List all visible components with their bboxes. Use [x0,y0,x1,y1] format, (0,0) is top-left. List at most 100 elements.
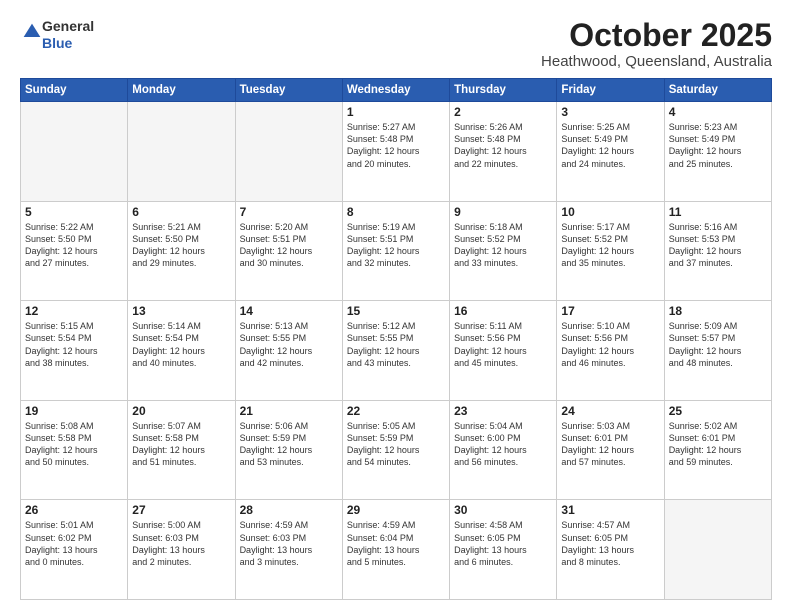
weekday-header: Monday [128,79,235,102]
calendar-cell: 23 Sunrise: 5:04 AM Sunset: 6:00 PM Dayli… [450,400,557,500]
location: Heathwood, Queensland, Australia [541,53,772,70]
day-info: Sunrise: 5:04 AM Sunset: 6:00 PM Dayligh… [454,420,552,469]
calendar-cell: 12 Sunrise: 5:15 AM Sunset: 5:54 PM Dayli… [21,301,128,401]
calendar-week-row: 26 Sunrise: 5:01 AM Sunset: 6:02 PM Dayli… [21,500,772,600]
day-info: Sunrise: 5:07 AM Sunset: 5:58 PM Dayligh… [132,420,230,469]
weekday-header: Wednesday [342,79,449,102]
calendar-cell: 4 Sunrise: 5:23 AM Sunset: 5:49 PM Daylig… [664,102,771,202]
day-info: Sunrise: 5:18 AM Sunset: 5:52 PM Dayligh… [454,221,552,270]
calendar-cell: 11 Sunrise: 5:16 AM Sunset: 5:53 PM Dayli… [664,201,771,301]
calendar-week-row: 5 Sunrise: 5:22 AM Sunset: 5:50 PM Daylig… [21,201,772,301]
calendar-cell [664,500,771,600]
calendar-table: SundayMondayTuesdayWednesdayThursdayFrid… [20,78,772,600]
month-title: October 2025 [541,18,772,53]
day-info: Sunrise: 4:59 AM Sunset: 6:04 PM Dayligh… [347,519,445,568]
day-number: 9 [454,205,552,219]
calendar-cell: 28 Sunrise: 4:59 AM Sunset: 6:03 PM Dayli… [235,500,342,600]
day-number: 17 [561,304,659,318]
day-number: 19 [25,404,123,418]
day-number: 8 [347,205,445,219]
calendar-cell: 5 Sunrise: 5:22 AM Sunset: 5:50 PM Daylig… [21,201,128,301]
day-info: Sunrise: 5:02 AM Sunset: 6:01 PM Dayligh… [669,420,767,469]
calendar-cell: 10Sunrise: 5:17 AM Sunset: 5:52 PM Dayli… [557,201,664,301]
day-number: 13 [132,304,230,318]
day-number: 14 [240,304,338,318]
day-info: Sunrise: 5:01 AM Sunset: 6:02 PM Dayligh… [25,519,123,568]
day-info: Sunrise: 5:05 AM Sunset: 5:59 PM Dayligh… [347,420,445,469]
day-number: 28 [240,503,338,517]
day-number: 23 [454,404,552,418]
day-info: Sunrise: 4:57 AM Sunset: 6:05 PM Dayligh… [561,519,659,568]
day-number: 1 [347,105,445,119]
day-info: Sunrise: 5:10 AM Sunset: 5:56 PM Dayligh… [561,320,659,369]
weekday-header: Sunday [21,79,128,102]
day-number: 10 [561,205,659,219]
day-info: Sunrise: 5:13 AM Sunset: 5:55 PM Dayligh… [240,320,338,369]
calendar-cell: 16 Sunrise: 5:11 AM Sunset: 5:56 PM Dayli… [450,301,557,401]
day-info: Sunrise: 5:12 AM Sunset: 5:55 PM Dayligh… [347,320,445,369]
calendar-cell: 22 Sunrise: 5:05 AM Sunset: 5:59 PM Dayli… [342,400,449,500]
day-info: Sunrise: 5:03 AM Sunset: 6:01 PM Dayligh… [561,420,659,469]
day-info: Sunrise: 5:22 AM Sunset: 5:50 PM Dayligh… [25,221,123,270]
calendar-cell [128,102,235,202]
weekday-header: Friday [557,79,664,102]
day-number: 3 [561,105,659,119]
calendar-cell [21,102,128,202]
header: General Blue October 2025 Heathwood, Que… [20,18,772,70]
day-info: Sunrise: 5:00 AM Sunset: 6:03 PM Dayligh… [132,519,230,568]
day-info: Sunrise: 4:58 AM Sunset: 6:05 PM Dayligh… [454,519,552,568]
title-block: October 2025 Heathwood, Queensland, Aust… [541,18,772,70]
calendar-cell: 18 Sunrise: 5:09 AM Sunset: 5:57 PM Dayli… [664,301,771,401]
calendar-cell: 29 Sunrise: 4:59 AM Sunset: 6:04 PM Dayli… [342,500,449,600]
logo-blue: Blue [42,35,72,51]
day-info: Sunrise: 4:59 AM Sunset: 6:03 PM Dayligh… [240,519,338,568]
day-number: 29 [347,503,445,517]
logo: General Blue [20,18,94,52]
calendar-cell: 1 Sunrise: 5:27 AM Sunset: 5:48 PM Daylig… [342,102,449,202]
day-info: Sunrise: 5:16 AM Sunset: 5:53 PM Dayligh… [669,221,767,270]
day-number: 16 [454,304,552,318]
day-number: 31 [561,503,659,517]
day-info: Sunrise: 5:26 AM Sunset: 5:48 PM Dayligh… [454,121,552,170]
calendar-cell: 19Sunrise: 5:08 AM Sunset: 5:58 PM Dayli… [21,400,128,500]
day-number: 26 [25,503,123,517]
day-number: 6 [132,205,230,219]
day-number: 18 [669,304,767,318]
day-number: 20 [132,404,230,418]
day-number: 4 [669,105,767,119]
day-number: 5 [25,205,123,219]
day-info: Sunrise: 5:20 AM Sunset: 5:51 PM Dayligh… [240,221,338,270]
calendar-cell: 13 Sunrise: 5:14 AM Sunset: 5:54 PM Dayli… [128,301,235,401]
day-number: 22 [347,404,445,418]
calendar-cell: 17 Sunrise: 5:10 AM Sunset: 5:56 PM Dayli… [557,301,664,401]
day-info: Sunrise: 5:23 AM Sunset: 5:49 PM Dayligh… [669,121,767,170]
page: General Blue October 2025 Heathwood, Que… [0,0,792,612]
calendar-cell: 7Sunrise: 5:20 AM Sunset: 5:51 PM Daylig… [235,201,342,301]
day-number: 12 [25,304,123,318]
day-number: 15 [347,304,445,318]
day-info: Sunrise: 5:11 AM Sunset: 5:56 PM Dayligh… [454,320,552,369]
weekday-header: Tuesday [235,79,342,102]
day-number: 25 [669,404,767,418]
calendar-cell: 26 Sunrise: 5:01 AM Sunset: 6:02 PM Dayli… [21,500,128,600]
day-info: Sunrise: 5:19 AM Sunset: 5:51 PM Dayligh… [347,221,445,270]
calendar-cell: 30Sunrise: 4:58 AM Sunset: 6:05 PM Dayli… [450,500,557,600]
calendar-cell: 9 Sunrise: 5:18 AM Sunset: 5:52 PM Daylig… [450,201,557,301]
day-info: Sunrise: 5:27 AM Sunset: 5:48 PM Dayligh… [347,121,445,170]
day-info: Sunrise: 5:21 AM Sunset: 5:50 PM Dayligh… [132,221,230,270]
day-info: Sunrise: 5:25 AM Sunset: 5:49 PM Dayligh… [561,121,659,170]
day-info: Sunrise: 5:06 AM Sunset: 5:59 PM Dayligh… [240,420,338,469]
calendar-cell: 20 Sunrise: 5:07 AM Sunset: 5:58 PM Dayli… [128,400,235,500]
weekday-header: Thursday [450,79,557,102]
day-info: Sunrise: 5:09 AM Sunset: 5:57 PM Dayligh… [669,320,767,369]
day-number: 24 [561,404,659,418]
calendar-cell: 27 Sunrise: 5:00 AM Sunset: 6:03 PM Dayli… [128,500,235,600]
day-number: 2 [454,105,552,119]
weekday-header-row: SundayMondayTuesdayWednesdayThursdayFrid… [21,79,772,102]
logo-text: General Blue [42,18,94,52]
day-number: 11 [669,205,767,219]
day-info: Sunrise: 5:15 AM Sunset: 5:54 PM Dayligh… [25,320,123,369]
logo-general: General [42,18,94,34]
day-info: Sunrise: 5:14 AM Sunset: 5:54 PM Dayligh… [132,320,230,369]
day-number: 27 [132,503,230,517]
